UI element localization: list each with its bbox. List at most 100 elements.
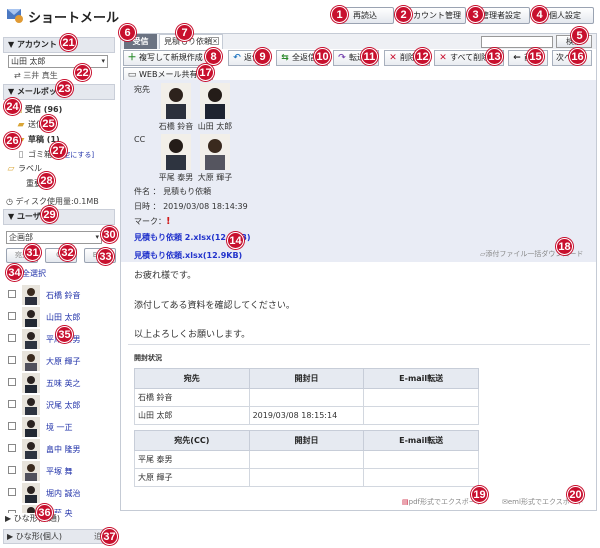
reply-all-icon: ⇆ — [281, 52, 289, 63]
delete-icon: ✕ — [389, 52, 397, 63]
table-cell — [248, 388, 365, 407]
table-row: 大原 輝子 — [134, 468, 479, 487]
recipient-photo — [161, 83, 191, 119]
search-input[interactable] — [481, 36, 553, 48]
open-status-table-cc: 宛先(CC) 開封日 E-mail転送 平尾 泰男 大原 輝子 — [134, 430, 479, 487]
user-list-item[interactable]: 堀内 誠治 — [8, 482, 116, 504]
personal-settings-label: 個人設定 — [549, 11, 581, 20]
to-label: 宛先 — [134, 85, 150, 94]
table-row: 山田 太郎 2019/03/08 18:15:14 — [134, 406, 479, 425]
recipient-name: 平尾 泰男 — [158, 173, 194, 182]
account-management-label: アカウント管理 — [405, 11, 461, 20]
user-name: 沢尾 太郎 — [46, 401, 81, 410]
user-list-item[interactable]: 沢尾 太郎 — [8, 394, 116, 416]
open-status-table-to: 宛先 開封日 E-mail転送 石橋 鈴音 山田 太郎 2019/03/08 1… — [134, 368, 479, 425]
table-cell: 平尾 泰男 — [134, 450, 250, 469]
user-avatar — [22, 307, 40, 327]
mark-label: マーク： — [134, 217, 166, 226]
user-checkbox[interactable] — [8, 444, 16, 452]
user-avatar — [22, 285, 40, 305]
recipient-photo — [161, 134, 191, 170]
callout-marker: 37 — [101, 528, 118, 545]
trash-icon: ▯ — [18, 149, 24, 160]
user-avatar — [22, 439, 40, 459]
callout-marker: 21 — [60, 34, 77, 51]
user-checkbox[interactable] — [8, 422, 16, 430]
user-checkbox[interactable] — [8, 378, 16, 386]
user-info-section-header[interactable]: ▼ ユーザ情報 — [3, 209, 115, 225]
callout-marker: 5 — [571, 27, 588, 44]
callout-marker: 17 — [197, 64, 214, 81]
close-icon[interactable]: ✕ — [211, 37, 219, 45]
callout-marker: 36 — [36, 504, 53, 521]
user-list-item[interactable]: 山田 太郎 — [8, 306, 116, 328]
user-checkbox[interactable] — [8, 334, 16, 342]
table-cell — [248, 450, 365, 469]
mail-body-line: 以上よろしくお願いします。 — [134, 330, 251, 340]
user-checkbox[interactable] — [8, 488, 16, 496]
exclamation-icon[interactable]: ! — [166, 216, 171, 227]
user-name: 五味 英之 — [46, 379, 81, 388]
callout-marker: 34 — [6, 264, 23, 281]
user-name: 石橋 鈴音 — [46, 291, 81, 300]
template-personal-item[interactable]: ▶ ひな形(個人) 追加 — [3, 529, 115, 544]
copy-new-label: 複写して新規作成 — [139, 53, 203, 62]
select-all-link[interactable]: 全選択 — [22, 268, 46, 279]
user-checkbox[interactable] — [8, 312, 16, 320]
forward-icon: ↷ — [338, 52, 346, 63]
callout-marker: 18 — [556, 238, 573, 255]
callout-marker: 32 — [59, 244, 76, 261]
account-section-header[interactable]: ▼ アカウント — [3, 37, 115, 53]
folder-trash-label: ゴミ箱 — [28, 150, 52, 159]
date-line: 日時 ： 2019/03/08 18:14:39 — [134, 202, 248, 211]
user-avatar — [22, 461, 40, 481]
clock-icon: ◷ — [6, 197, 13, 206]
table-header: 宛先(CC) — [134, 430, 250, 451]
recipient-photo — [200, 134, 230, 170]
open-status-label: 開封状況 — [134, 354, 162, 362]
callout-marker: 1 — [331, 6, 348, 23]
callout-marker: 6 — [119, 24, 136, 41]
folder-labels[interactable]: ▱ ラベル — [6, 163, 42, 174]
table-header: E-mail転送 — [363, 430, 479, 451]
user-list-item[interactable]: 平塚 舞 — [8, 460, 116, 482]
reply-all-label: 全返信 — [292, 53, 316, 62]
user-checkbox[interactable] — [8, 356, 16, 364]
to-recipient: 石橋 鈴音 — [158, 83, 194, 132]
reload-label: 再読込 — [353, 11, 377, 20]
callout-marker: 26 — [4, 132, 21, 149]
account-select-value: 山田 太郎 — [11, 57, 46, 66]
user-checkbox[interactable] — [8, 290, 16, 298]
user-list-item[interactable]: 石橋 鈴音 — [8, 284, 116, 306]
user-list-item[interactable]: 大原 輝子 — [8, 350, 116, 372]
callout-marker: 22 — [74, 64, 91, 81]
table-header: 開封日 — [248, 430, 365, 451]
callout-marker: 12 — [414, 48, 431, 65]
user-list-item[interactable]: 五味 英之 — [8, 372, 116, 394]
user-list-item[interactable]: 畠中 隆男 — [8, 438, 116, 460]
app-title: ショートメール — [28, 11, 120, 26]
user-list-item[interactable]: 境 一正 — [8, 416, 116, 438]
template-common-item[interactable]: ▶ ひな形(共通) — [5, 513, 64, 524]
template-personal-label: ▶ ひな形(個人) — [7, 532, 62, 541]
attachment-link[interactable]: 見積もり依頼.xlsx(12.9KB) — [134, 250, 242, 261]
label-folder-icon: ▱ — [7, 163, 15, 174]
account-sub-user: ⇄ 三井 真生 — [14, 71, 58, 80]
user-checkbox[interactable] — [8, 466, 16, 474]
disk-usage: ◷ ディスク使用量:0.1MB — [6, 196, 99, 207]
table-cell: 2019/03/08 18:15:14 — [248, 406, 365, 425]
subject-line: 件名 ： 見積もり依頼 — [134, 187, 212, 196]
callout-marker: 8 — [205, 48, 222, 65]
recipient-name: 山田 太郎 — [197, 122, 233, 131]
copy-new-button[interactable]: ＋複写して新規作成 — [123, 50, 213, 66]
account-select[interactable]: 山田 太郎 ▾ — [8, 55, 108, 68]
user-avatar — [22, 483, 40, 503]
user-avatar — [22, 417, 40, 437]
user-avatar — [22, 351, 40, 371]
web-share-label: WEBメール共有 — [139, 70, 198, 79]
callout-marker: 35 — [56, 326, 73, 343]
user-name: 堀内 誠治 — [46, 489, 81, 498]
export-pdf-link[interactable]: ▤pdf形式でエクスポート — [402, 497, 483, 507]
department-select[interactable]: 企画部 ▾ — [6, 231, 102, 244]
user-checkbox[interactable] — [8, 400, 16, 408]
